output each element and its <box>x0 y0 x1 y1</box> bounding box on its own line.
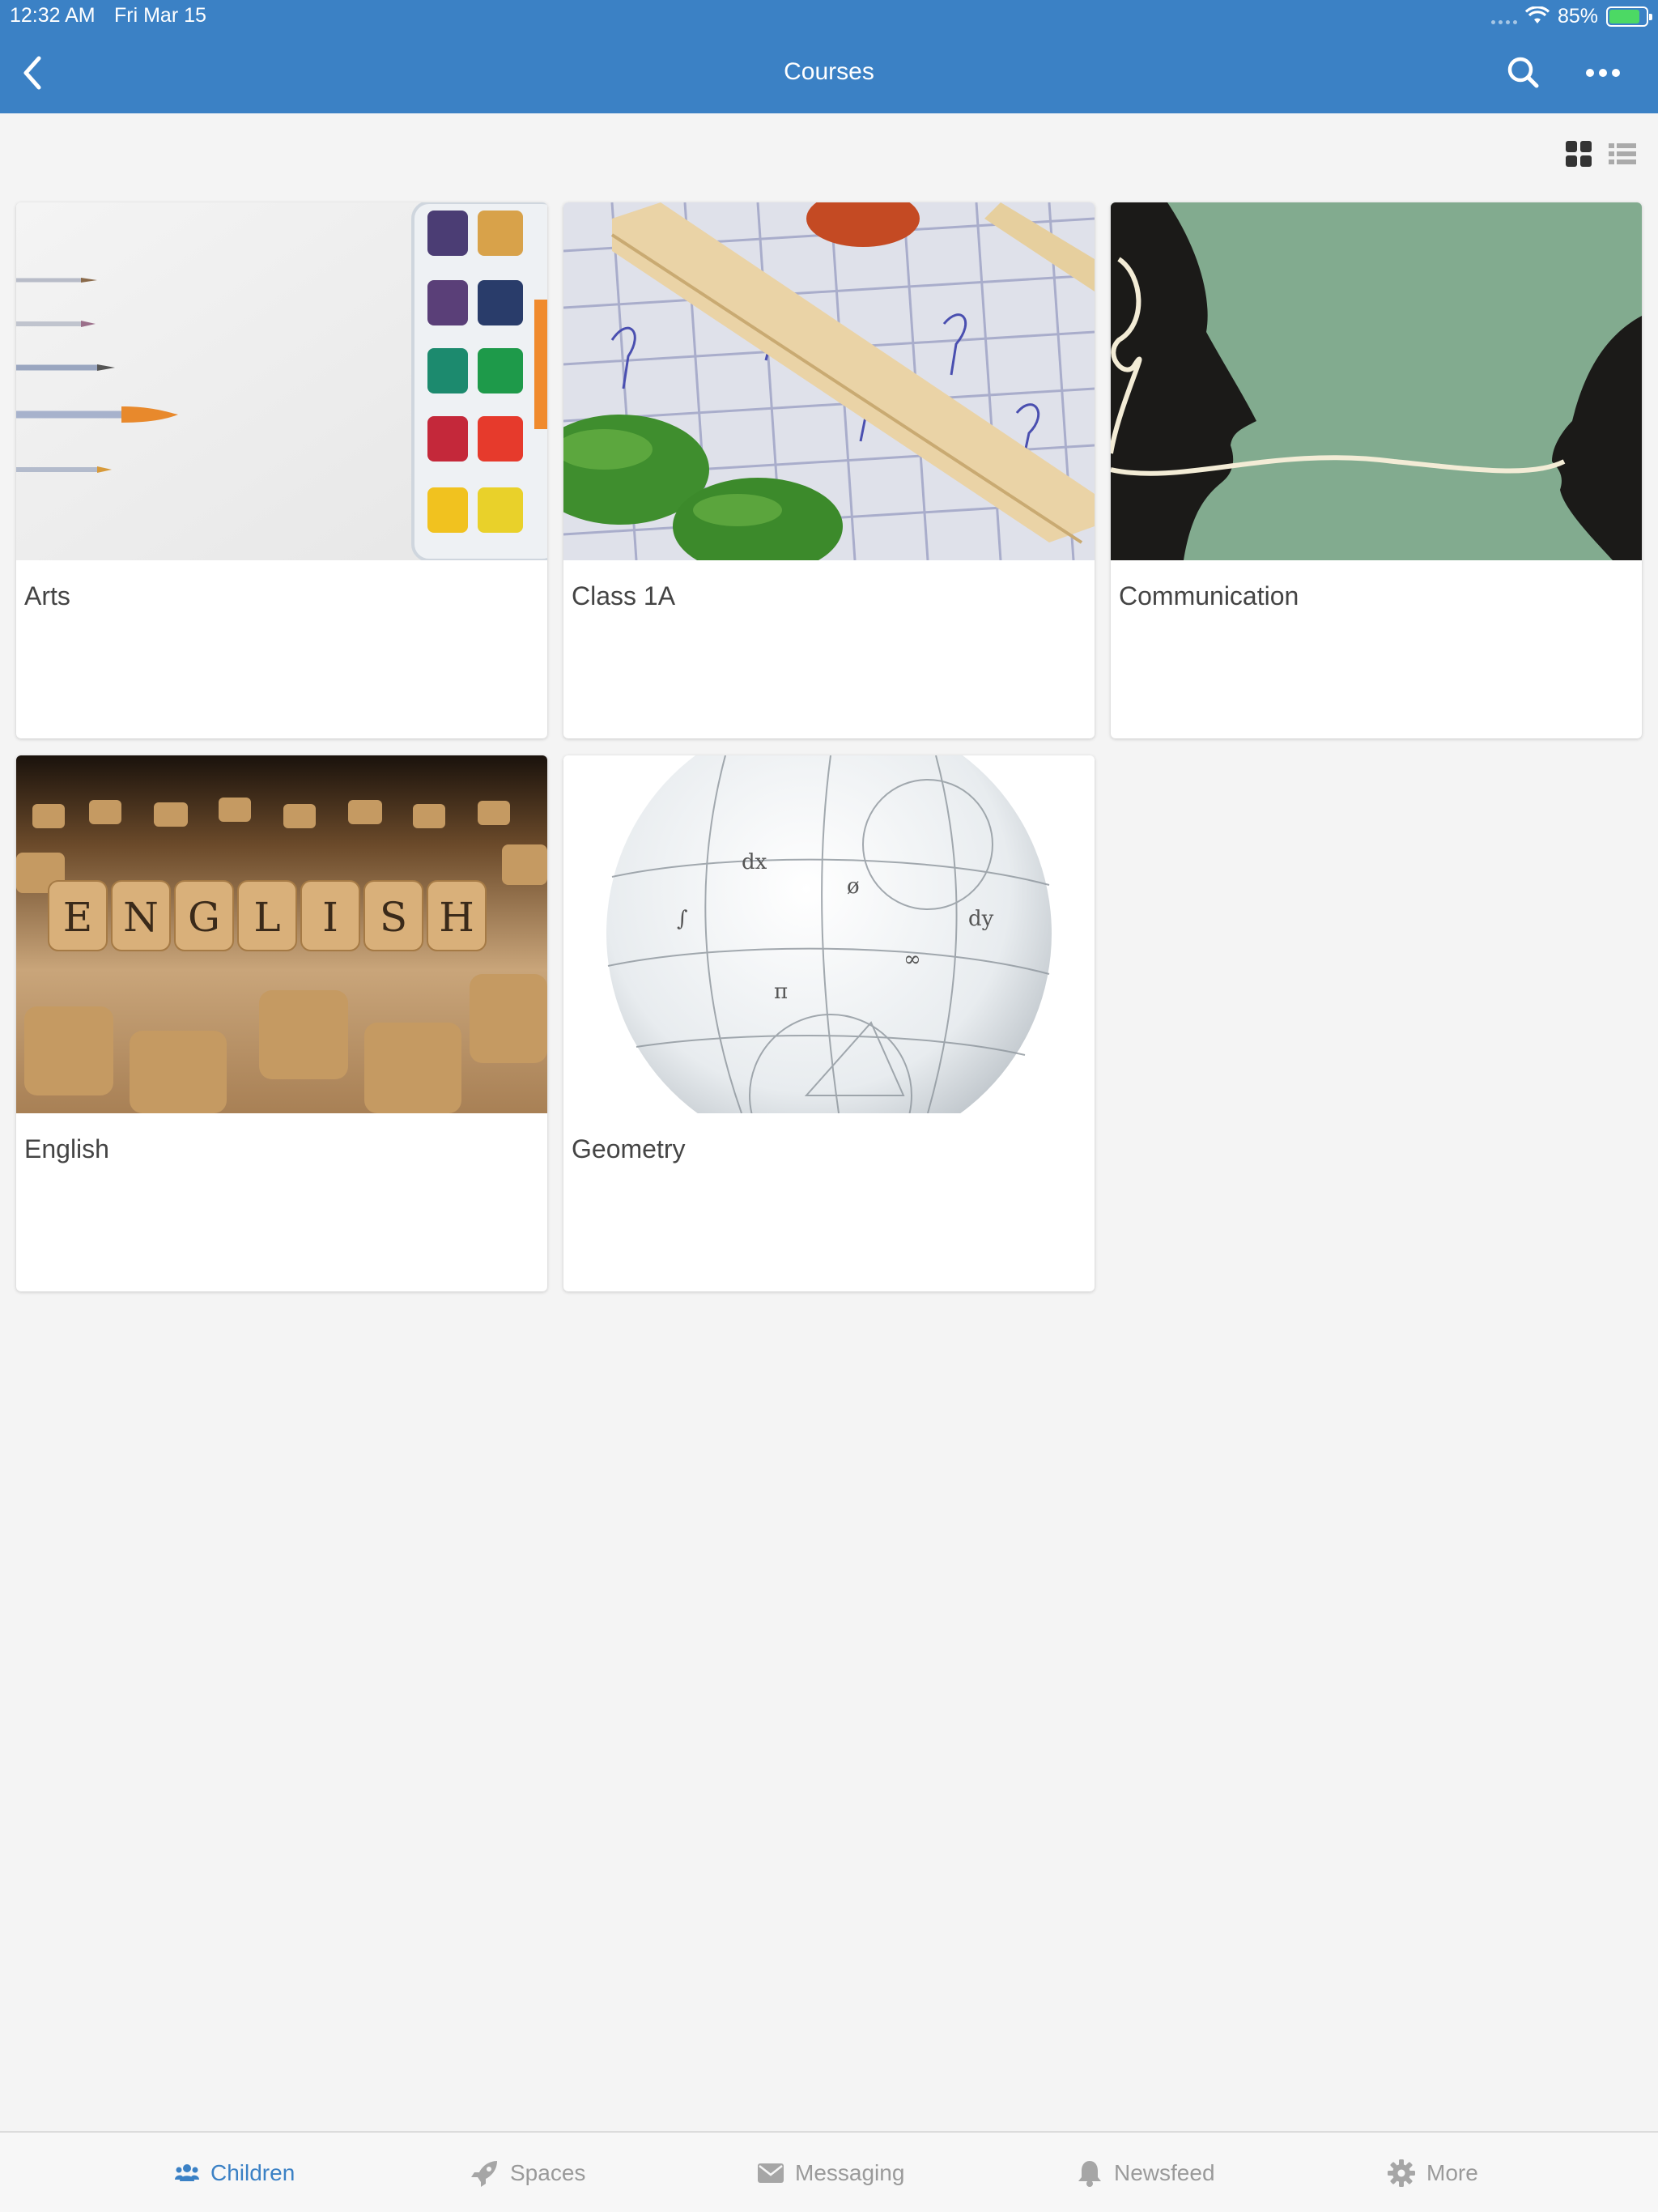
wifi-icon <box>1524 6 1550 23</box>
list-view-icon <box>1609 143 1636 164</box>
course-title: Communication <box>1119 581 1299 610</box>
app-header: 12:32 AM Fri Mar 15 85% Courses <box>0 0 1658 113</box>
course-title: Arts <box>24 581 70 610</box>
tab-label: Children <box>210 2160 295 2185</box>
letter-die-label: N <box>123 894 159 941</box>
course-title: Class 1A <box>572 581 676 610</box>
course-image-geometry: dx ∫ ø ∞ π dy <box>563 755 1095 1113</box>
rocket-icon <box>471 2161 497 2187</box>
letter-die-label: I <box>322 894 338 941</box>
course-image-arts <box>16 202 547 560</box>
svg-text:dx: dx <box>742 850 767 874</box>
search-button[interactable] <box>1504 53 1543 92</box>
grid-view-toggle[interactable] <box>1564 139 1593 168</box>
battery-icon <box>1606 6 1652 27</box>
cellular-signal-icon <box>1490 8 1517 24</box>
svg-text:dy: dy <box>968 907 994 931</box>
svg-text:∞: ∞ <box>903 947 921 972</box>
status-time: 12:32 AM <box>10 4 96 27</box>
ellipsis-icon <box>1586 69 1620 77</box>
svg-text:∫: ∫ <box>677 907 688 931</box>
battery-percent: 85% <box>1557 4 1598 28</box>
course-card-geometry[interactable]: dx ∫ ø ∞ π dy Geometry <box>563 755 1095 1291</box>
bottom-tab-bar: Children Spaces Messaging Newsfeed More <box>0 2131 1658 2212</box>
course-card-english[interactable]: ENGLISH English <box>16 755 547 1291</box>
status-date: Fri Mar 15 <box>114 4 206 27</box>
course-title: Geometry <box>572 1134 686 1163</box>
course-card-arts[interactable]: Arts <box>16 202 547 738</box>
tab-children[interactable]: Children <box>175 2155 295 2191</box>
users-icon <box>175 2164 199 2181</box>
course-image-communication <box>1111 202 1642 560</box>
tab-label: Messaging <box>795 2160 905 2185</box>
tab-label: Spaces <box>510 2160 586 2185</box>
tab-newsfeed[interactable]: Newsfeed <box>1077 2155 1215 2191</box>
status-indicators: 85% <box>1490 3 1652 29</box>
status-bar: 12:32 AM Fri Mar 15 85% <box>0 0 1658 32</box>
course-image-class-1a <box>563 202 1095 560</box>
course-title: English <box>24 1134 109 1163</box>
more-options-button[interactable] <box>1583 57 1623 89</box>
bell-icon <box>1078 2161 1101 2187</box>
tab-label: Newsfeed <box>1114 2160 1215 2185</box>
letter-die-label: E <box>63 894 93 941</box>
letter-die-label: H <box>439 894 474 941</box>
course-card-communication[interactable]: Communication <box>1111 202 1642 738</box>
tab-more[interactable]: More <box>1388 2155 1478 2191</box>
grid-view-icon <box>1566 141 1592 167</box>
course-image-english: ENGLISH <box>16 755 547 1113</box>
page-title: Courses <box>784 58 874 85</box>
tab-messaging[interactable]: Messaging <box>758 2155 904 2191</box>
letter-die-label: G <box>188 894 220 941</box>
svg-text:ø: ø <box>847 874 860 899</box>
letter-die-label: S <box>380 894 407 941</box>
letter-die-label: L <box>253 894 280 941</box>
gear-icon <box>1388 2159 1415 2187</box>
envelope-icon <box>758 2163 784 2183</box>
tab-spaces[interactable]: Spaces <box>470 2155 585 2191</box>
search-icon <box>1507 57 1539 88</box>
course-card-class-1a[interactable]: Class 1A <box>563 202 1095 738</box>
tab-label: More <box>1426 2160 1478 2185</box>
svg-text:π: π <box>774 980 788 1004</box>
list-view-toggle[interactable] <box>1607 139 1638 168</box>
